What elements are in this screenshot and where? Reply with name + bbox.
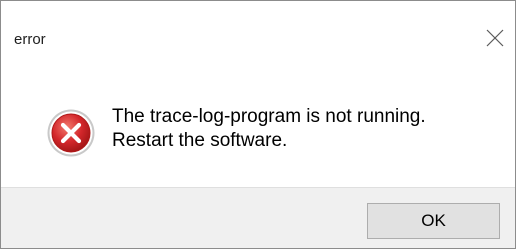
close-icon: [486, 29, 504, 47]
error-dialog: error The trace-log-program is not runni…: [0, 0, 516, 249]
message-line-2: Restart the software.: [112, 130, 288, 151]
close-button[interactable]: [475, 19, 515, 59]
title-bar: error: [1, 1, 515, 79]
dialog-content: The trace-log-program is not running. Re…: [1, 79, 515, 187]
ok-button[interactable]: OK: [367, 203, 500, 239]
message-line-1: The trace-log-program is not running.: [112, 106, 426, 127]
error-message: The trace-log-program is not running. Re…: [112, 105, 426, 153]
button-bar: OK: [1, 187, 515, 248]
error-icon: [47, 109, 95, 157]
dialog-title: error: [14, 31, 46, 48]
